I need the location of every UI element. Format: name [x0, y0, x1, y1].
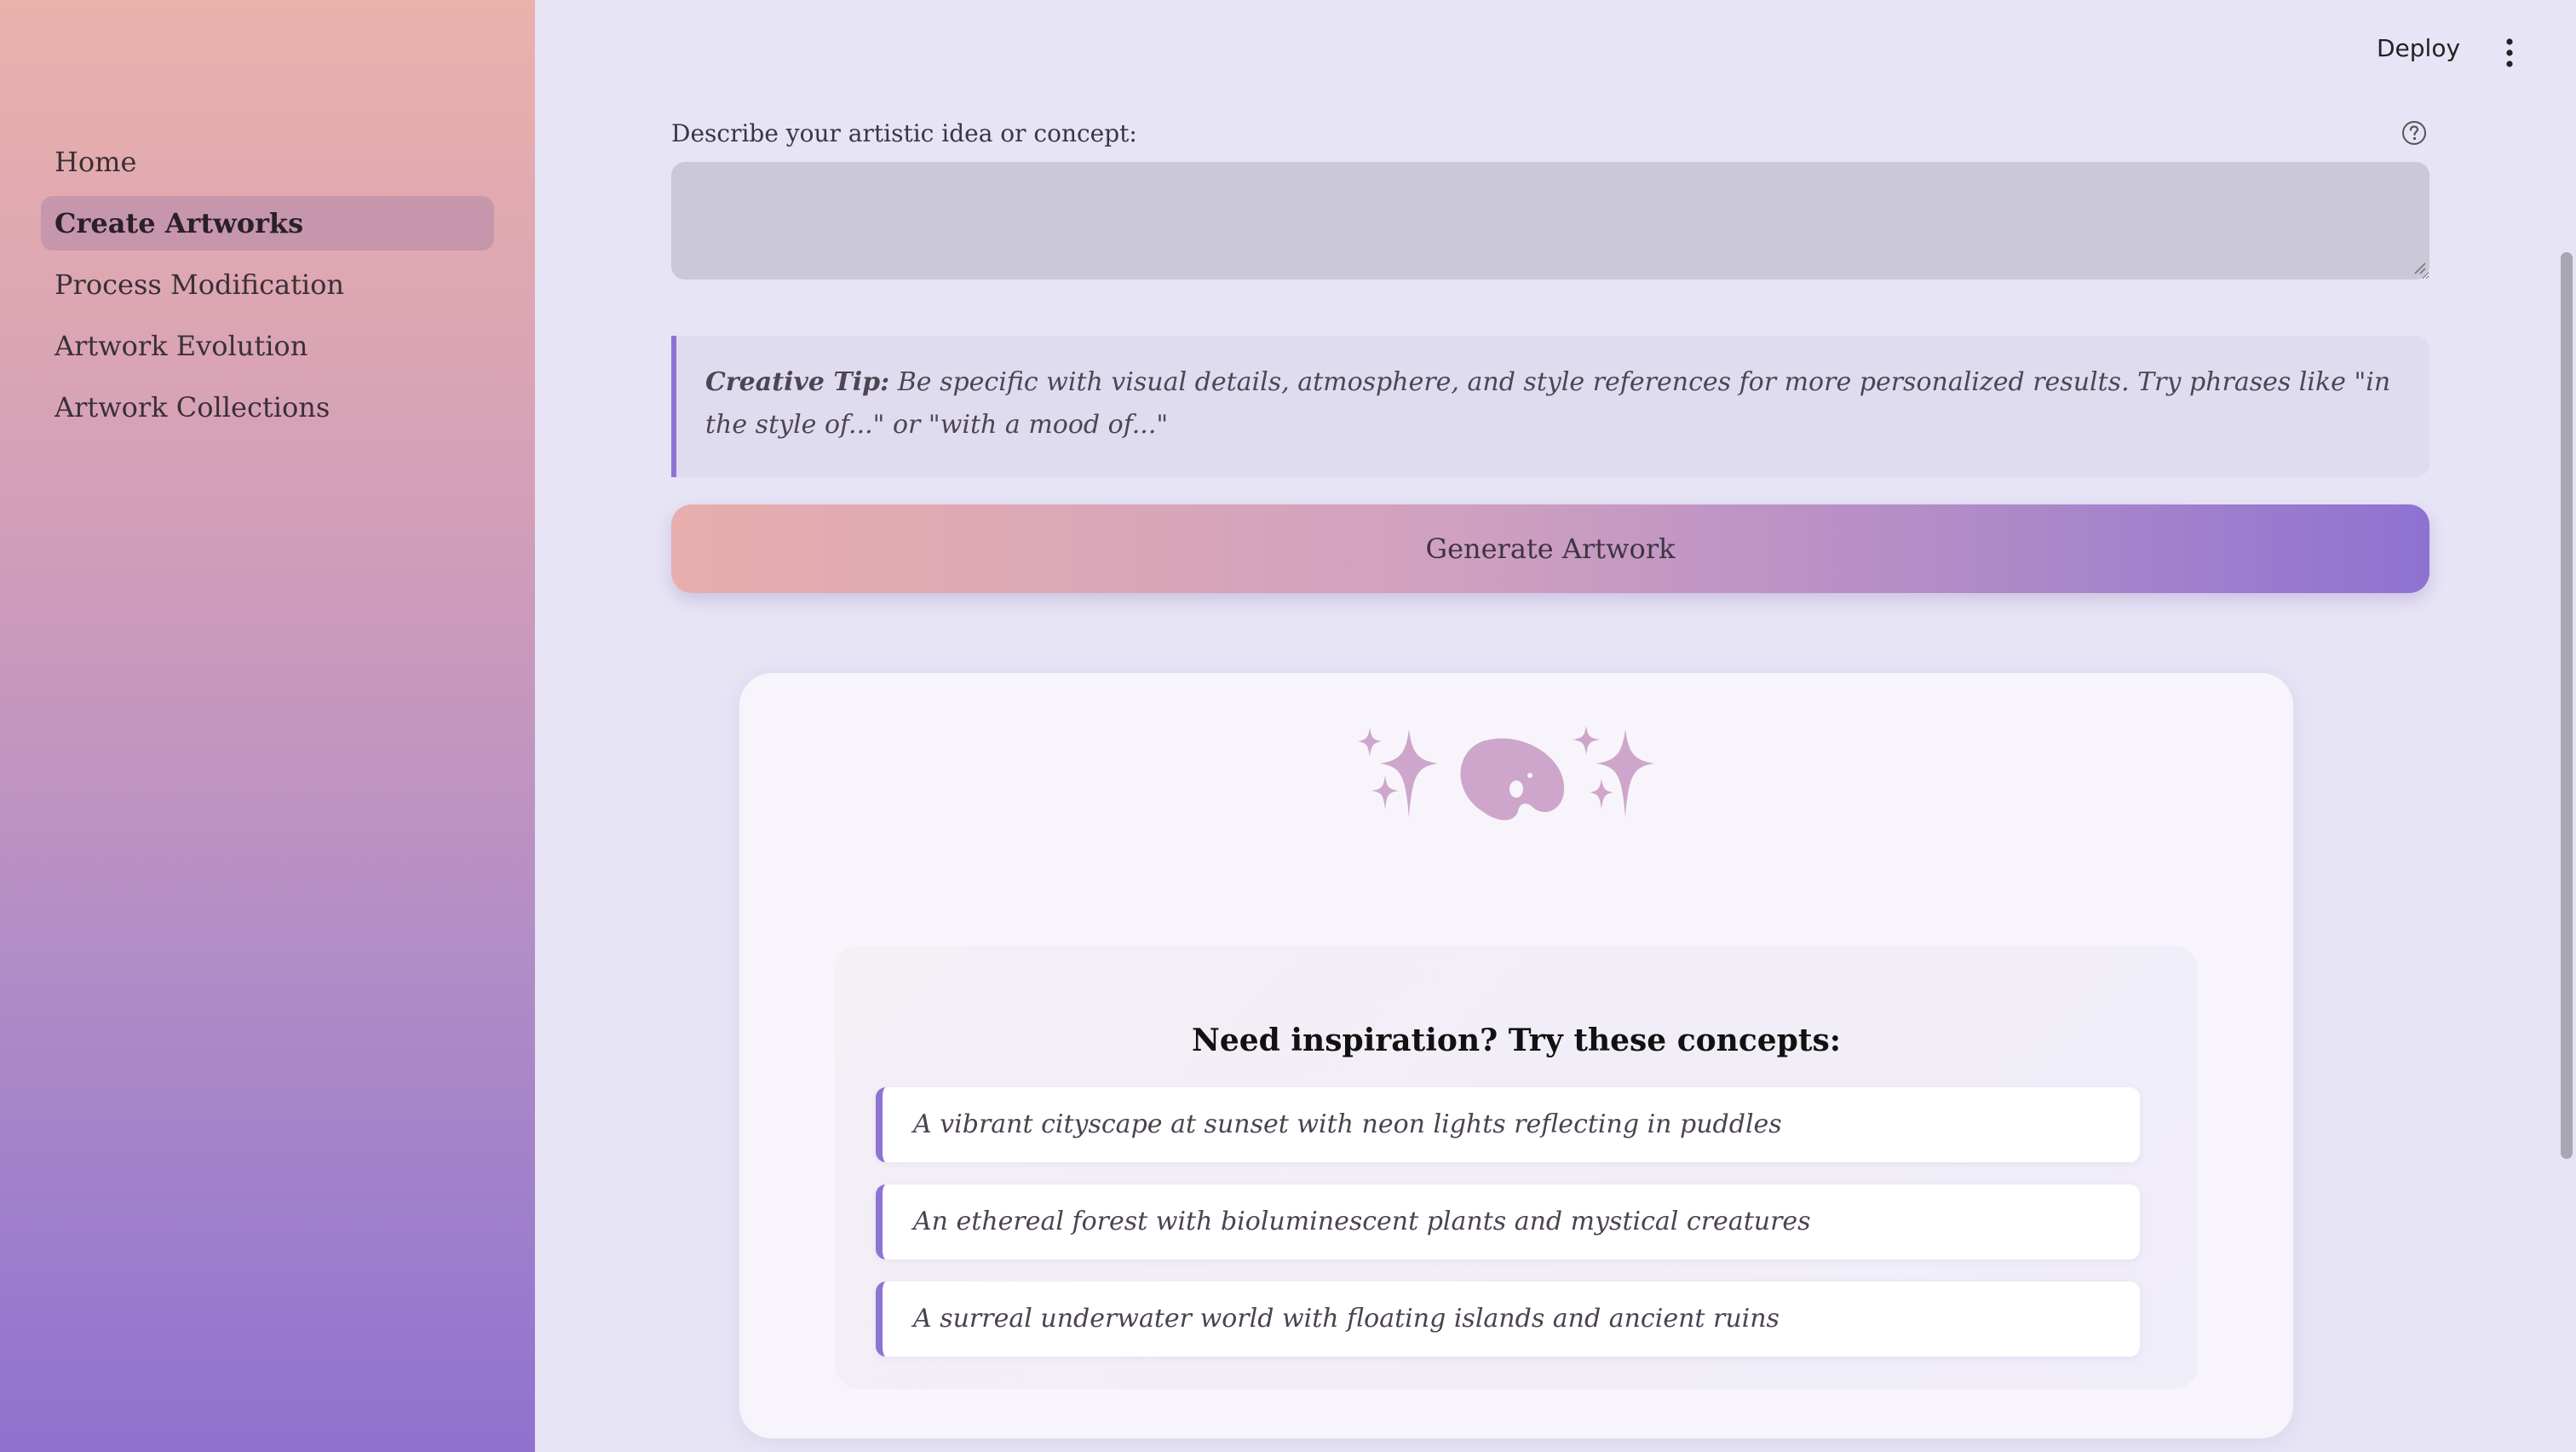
- deploy-button[interactable]: Deploy: [2377, 34, 2460, 62]
- sidebar: Home Create Artworks Process Modificatio…: [0, 0, 535, 1452]
- sidebar-item-home[interactable]: Home: [41, 135, 494, 189]
- tip-text: Be specific with visual details, atmosph…: [705, 367, 2391, 440]
- sidebar-item-artwork-evolution[interactable]: Artwork Evolution: [41, 319, 494, 373]
- concept-item-2[interactable]: An ethereal forest with bioluminescent p…: [876, 1184, 2140, 1259]
- sidebar-item-process-modification[interactable]: Process Modification: [41, 257, 494, 312]
- sidebar-item-artwork-collections[interactable]: Artwork Collections: [41, 380, 494, 435]
- generate-artwork-button[interactable]: Generate Artwork: [671, 504, 2429, 593]
- inspiration-panel: Need inspiration? Try these concepts: A …: [835, 946, 2198, 1389]
- app-root: Home Create Artworks Process Modificatio…: [0, 0, 2576, 1452]
- sidebar-item-create-artworks[interactable]: Create Artworks: [41, 196, 494, 251]
- prompt-label: Describe your artistic idea or concept:: [671, 119, 1137, 147]
- concept-item-3[interactable]: A surreal underwater world with floating…: [876, 1282, 2140, 1357]
- sparkles-icon: [1358, 728, 1438, 818]
- creative-tip: Creative Tip: Be specific with visual de…: [671, 336, 2429, 477]
- inspiration-card: Need inspiration? Try these concepts: A …: [739, 673, 2293, 1438]
- sparkles-palette-icon: [1358, 726, 1654, 821]
- prompt-textarea[interactable]: [671, 162, 2429, 279]
- concept-item-1[interactable]: A vibrant cityscape at sunset with neon …: [876, 1087, 2140, 1162]
- resize-grip-icon[interactable]: [2412, 261, 2426, 274]
- sparkles-icon: [1573, 726, 1654, 818]
- tip-heading: Creative Tip:: [705, 367, 890, 397]
- help-icon[interactable]: [2401, 119, 2428, 147]
- sidebar-nav: Home Create Artworks Process Modificatio…: [41, 135, 494, 441]
- page-scrollbar[interactable]: [2561, 252, 2573, 1159]
- artist-palette-icon: [1460, 738, 1565, 821]
- inspiration-title: Need inspiration? Try these concepts:: [1191, 1023, 1842, 1058]
- kebab-menu-icon[interactable]: [2499, 37, 2520, 68]
